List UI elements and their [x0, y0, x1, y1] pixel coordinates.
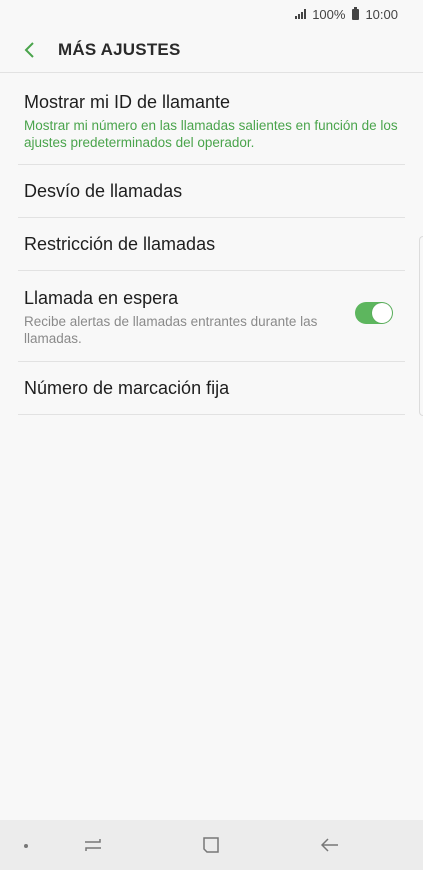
setting-caller-id-title: Mostrar mi ID de llamante [24, 92, 231, 112]
setting-call-barring-title: Restricción de llamadas [24, 234, 216, 254]
back-button[interactable] [14, 34, 46, 66]
setting-caller-id-subtitle: Mostrar mi número en las llamadas salien… [24, 118, 398, 150]
setting-caller-id[interactable]: Mostrar mi ID de llamante Mostrar mi núm… [18, 73, 405, 165]
setting-call-waiting-subtitle: Recibe alertas de llamadas entrantes dur… [24, 313, 318, 346]
battery-icon [352, 6, 360, 20]
clock: 10:00 [365, 6, 398, 22]
home-button[interactable] [198, 832, 224, 858]
recents-icon [85, 839, 101, 851]
setting-call-forwarding[interactable]: Desvío de llamadas [18, 165, 405, 218]
navigation-bar [0, 820, 423, 870]
setting-fixed-dialing-title: Número de marcación fija [24, 378, 230, 398]
chevron-left-icon [24, 42, 34, 58]
battery-percentage: 100% [312, 6, 346, 22]
edge-panel-handle[interactable] [419, 236, 423, 416]
app-header: MÁS AJUSTES [0, 28, 423, 73]
page-title: MÁS AJUSTES [58, 40, 181, 59]
back-arrow-icon [321, 838, 338, 852]
back-nav-button[interactable] [317, 832, 343, 858]
home-icon [203, 837, 219, 853]
screen: 100% 10:00 MÁS AJUSTES Mostrar mi ID de … [0, 0, 423, 870]
setting-call-barring[interactable]: Restricción de llamadas [18, 218, 405, 271]
setting-call-forwarding-title: Desvío de llamadas [24, 181, 183, 201]
setting-fixed-dialing[interactable]: Número de marcación fija [18, 362, 405, 415]
status-bar: 100% 10:00 [0, 0, 423, 28]
toggle-knob [372, 303, 392, 323]
call-waiting-toggle[interactable] [355, 302, 393, 324]
signal-icon [295, 9, 307, 19]
settings-list: Mostrar mi ID de llamante Mostrar mi núm… [18, 73, 405, 415]
nav-dot-icon[interactable] [24, 844, 28, 848]
recents-button[interactable] [80, 832, 106, 858]
setting-call-waiting[interactable]: Llamada en espera Recibe alertas de llam… [18, 271, 405, 362]
setting-call-waiting-title: Llamada en espera [24, 287, 179, 308]
